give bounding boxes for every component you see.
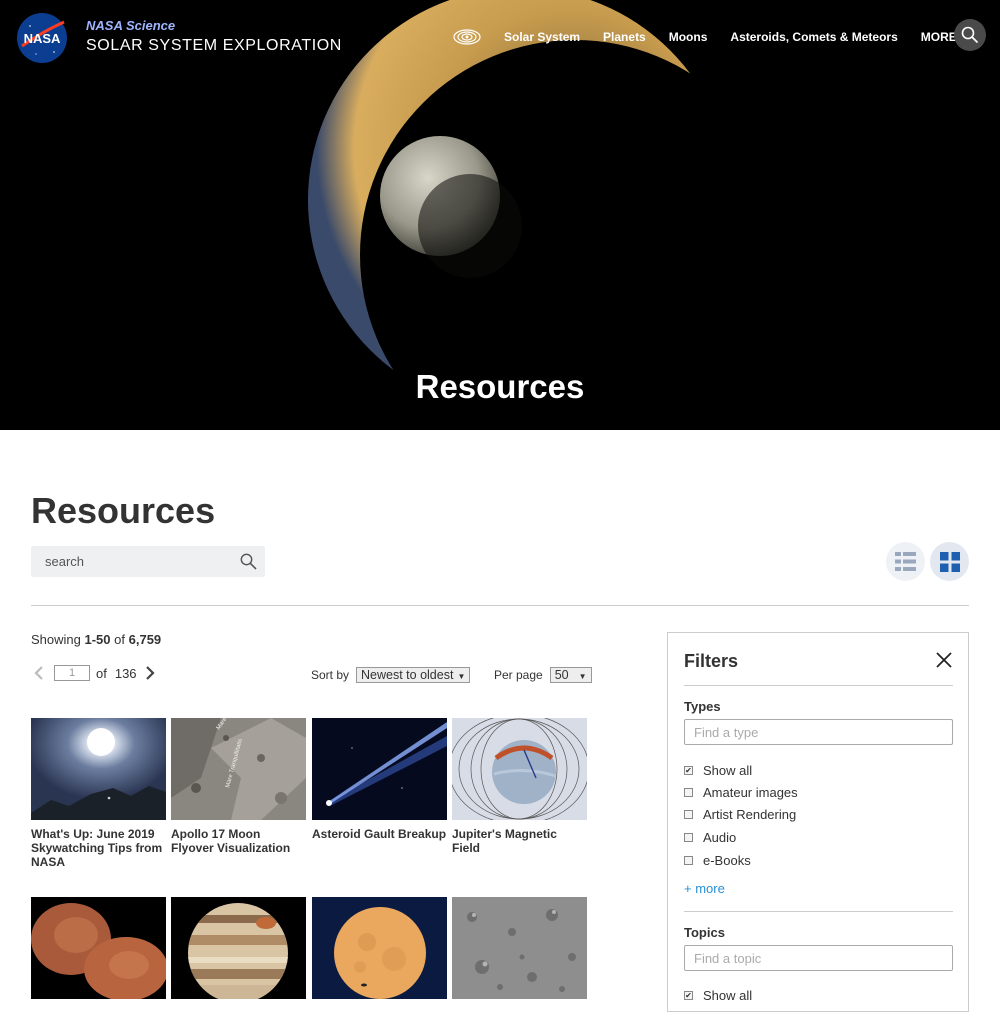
card-thumbnail-jupiter[interactable] — [171, 897, 306, 999]
grid-view-button[interactable] — [930, 542, 969, 581]
type-option-artist-rendering[interactable]: Artist Rendering — [684, 807, 796, 822]
types-more-link[interactable]: + more — [684, 881, 725, 896]
per-page-control: Per page 50 ▼ — [494, 667, 592, 683]
hero-title: Resources — [415, 368, 585, 405]
search-input[interactable] — [31, 546, 231, 577]
checkbox[interactable] — [684, 788, 693, 797]
topic-option-show-all[interactable]: ✔ Show all — [684, 988, 752, 1003]
card-title[interactable]: Apollo 17 Moon Flyover Visualization — [171, 827, 306, 855]
card-title[interactable]: Asteroid Gault Breakup — [312, 827, 447, 841]
nav-moons[interactable]: Moons — [669, 30, 708, 44]
pagination: of 136 — [34, 665, 155, 681]
type-search-input[interactable] — [684, 719, 953, 745]
prev-page-icon[interactable] — [34, 665, 44, 681]
divider — [31, 605, 969, 606]
divider — [684, 685, 953, 686]
grid-view-icon — [939, 551, 960, 572]
site-search-button[interactable] — [954, 19, 986, 51]
search-icon[interactable] — [240, 553, 257, 570]
nasa-logo[interactable]: NASA — [16, 12, 68, 64]
brand-subtitle[interactable]: NASA Science — [86, 18, 175, 33]
dropdown-caret-icon: ▼ — [457, 672, 466, 681]
checkbox[interactable] — [684, 856, 693, 865]
per-page-label: Per page — [494, 668, 543, 682]
resource-card[interactable]: Asteroid Gault Breakup — [312, 718, 447, 841]
sort-select[interactable]: Newest to oldest ▼ — [356, 667, 471, 683]
main-nav: Solar System Planets Moons Asteroids, Co… — [452, 27, 980, 47]
resource-card[interactable]: What's Up: June 2019 Skywatching Tips fr… — [31, 718, 166, 869]
resource-card[interactable] — [312, 897, 447, 1006]
card-thumbnail-asteroid-gault[interactable] — [312, 718, 447, 820]
dropdown-caret-icon: ▼ — [578, 672, 587, 681]
page-total: 136 — [114, 665, 137, 681]
resource-search — [31, 546, 265, 577]
per-page-select[interactable]: 50 ▼ — [549, 667, 592, 683]
checkbox[interactable]: ✔ — [684, 991, 693, 1000]
card-thumbnail-full-moon[interactable] — [312, 897, 447, 999]
card-thumbnail-ultima-thule[interactable] — [31, 897, 166, 999]
results-total: 6,759 — [128, 632, 162, 647]
type-option-show-all[interactable]: ✔ Show all — [684, 763, 752, 778]
type-option-audio[interactable]: Audio — [684, 830, 736, 845]
nav-more[interactable]: MORE — [921, 30, 957, 44]
resource-card[interactable]: Jupiter's Magnetic Field — [452, 718, 587, 855]
page-title: Resources — [31, 490, 216, 531]
resource-card[interactable] — [31, 897, 166, 1006]
resource-card[interactable] — [171, 897, 306, 1006]
close-icon[interactable] — [936, 652, 952, 668]
card-thumbnail-moon-surface-map[interactable]: Mare Serenitatis Mare Tranquillitatis — [171, 718, 306, 820]
resource-card[interactable]: Mare Serenitatis Mare Tranquillitatis Ap… — [171, 718, 306, 855]
solar-system-orbit-icon[interactable] — [452, 27, 482, 47]
sort-label: Sort by — [311, 668, 350, 682]
sort-control: Sort by Newest to oldest ▼ — [311, 667, 471, 683]
search-icon — [961, 26, 979, 44]
checkbox[interactable] — [684, 810, 693, 819]
card-thumbnail-moon-night-sky[interactable] — [31, 718, 166, 820]
filters-panel: Filters Types ✔ Show all Amateur images … — [667, 632, 969, 1012]
topic-search-input[interactable] — [684, 945, 953, 971]
card-thumbnail-jupiter-magnetic-field[interactable] — [452, 718, 587, 820]
type-option-ebooks[interactable]: e-Books — [684, 853, 751, 868]
checkbox[interactable]: ✔ — [684, 766, 693, 775]
card-thumbnail-cratered-surface[interactable] — [452, 897, 587, 999]
resource-card[interactable] — [452, 897, 587, 1006]
hero-banner: NASA NASA Science SOLAR SYSTEM EXPLORATI… — [0, 0, 1000, 430]
next-page-icon[interactable] — [145, 665, 155, 681]
nav-solar-system[interactable]: Solar System — [504, 30, 580, 44]
type-option-amateur-images[interactable]: Amateur images — [684, 785, 798, 800]
page-number-input[interactable] — [54, 665, 90, 681]
filters-title: Filters — [684, 651, 739, 671]
card-title[interactable]: What's Up: June 2019 Skywatching Tips fr… — [31, 827, 166, 869]
topics-heading: Topics — [684, 925, 725, 940]
divider — [684, 911, 953, 912]
results-range: 1-50 — [84, 632, 111, 647]
card-title[interactable]: Jupiter's Magnetic Field — [452, 827, 587, 855]
types-heading: Types — [684, 699, 721, 714]
results-count: Showing 1-50 of 6,759 — [31, 632, 162, 647]
nav-planets[interactable]: Planets — [603, 30, 646, 44]
svg-text:NASA: NASA — [24, 31, 61, 46]
brand-title[interactable]: SOLAR SYSTEM EXPLORATION — [86, 37, 342, 55]
list-view-button[interactable] — [886, 542, 925, 581]
top-navigation: NASA NASA Science SOLAR SYSTEM EXPLORATI… — [0, 0, 1000, 70]
checkbox[interactable] — [684, 833, 693, 842]
list-view-icon — [895, 552, 916, 571]
nav-asteroids-comets-meteors[interactable]: Asteroids, Comets & Meteors — [730, 30, 897, 44]
